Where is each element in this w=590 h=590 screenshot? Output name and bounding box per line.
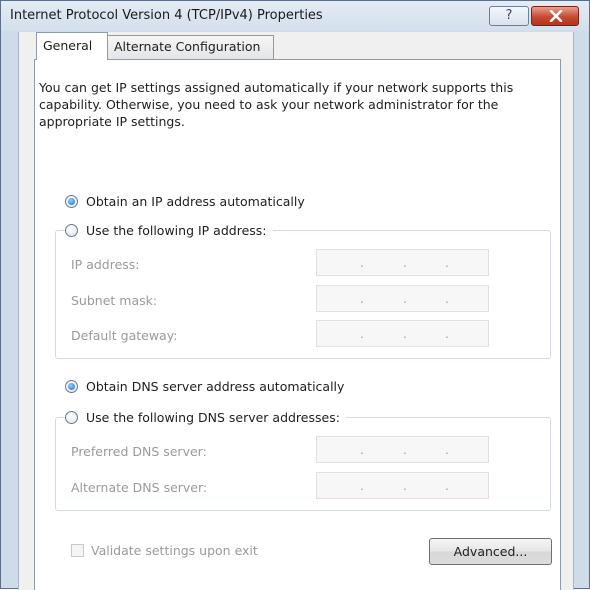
obtain-ip-auto-radio[interactable]: Obtain an IP address automatically [65, 192, 311, 210]
tab-alternate-configuration-label: Alternate Configuration [114, 39, 261, 54]
close-button[interactable] [531, 6, 579, 26]
radio-unchecked-icon [65, 410, 78, 424]
tab-general-label: General [43, 38, 93, 53]
dialog-client-area: General Alternate Configuration You can … [18, 32, 574, 590]
title-bar[interactable]: Internet Protocol Version 4 (TCP/IPv4) P… [1, 1, 589, 31]
validate-settings-checkbox[interactable]: Validate settings upon exit [71, 543, 258, 558]
default-gateway-field[interactable]: ... [316, 320, 489, 347]
window-title: Internet Protocol Version 4 (TCP/IPv4) P… [10, 8, 323, 23]
radio-unchecked-icon [65, 223, 78, 237]
checkbox-icon [71, 544, 84, 557]
default-gateway-label: Default gateway: [71, 328, 178, 343]
tab-alternate-configuration[interactable]: Alternate Configuration [108, 35, 274, 60]
alternate-dns-field[interactable]: ... [316, 472, 489, 499]
preferred-dns-field[interactable]: ... [316, 436, 489, 463]
ip-address-label: IP address: [71, 257, 140, 272]
ip-address-field[interactable]: ... [316, 249, 489, 276]
tab-general[interactable]: General [36, 32, 108, 60]
dialog-window: Internet Protocol Version 4 (TCP/IPv4) P… [0, 0, 590, 590]
subnet-mask-label: Subnet mask: [71, 293, 158, 308]
obtain-ip-auto-label: Obtain an IP address automatically [86, 193, 305, 209]
close-icon [549, 10, 563, 22]
obtain-dns-auto-label: Obtain DNS server address automatically [86, 378, 345, 394]
radio-checked-icon [65, 194, 78, 208]
radio-checked-icon [65, 379, 78, 393]
subnet-mask-field[interactable]: ... [316, 285, 489, 312]
obtain-dns-auto-radio[interactable]: Obtain DNS server address automatically [65, 377, 351, 395]
preferred-dns-label: Preferred DNS server: [71, 444, 207, 459]
help-icon: ? [505, 8, 513, 23]
advanced-button[interactable]: Advanced... [429, 538, 552, 565]
use-following-ip-radio[interactable]: Use the following IP address: [65, 221, 273, 239]
alternate-dns-label: Alternate DNS server: [71, 480, 208, 495]
use-following-ip-label: Use the following IP address: [86, 222, 267, 238]
description-text: You can get IP settings assigned automat… [39, 80, 514, 129]
use-following-dns-radio[interactable]: Use the following DNS server addresses: [65, 408, 346, 426]
use-following-dns-label: Use the following DNS server addresses: [86, 409, 340, 425]
help-button[interactable]: ? [489, 6, 529, 26]
validate-settings-label: Validate settings upon exit [91, 543, 258, 558]
